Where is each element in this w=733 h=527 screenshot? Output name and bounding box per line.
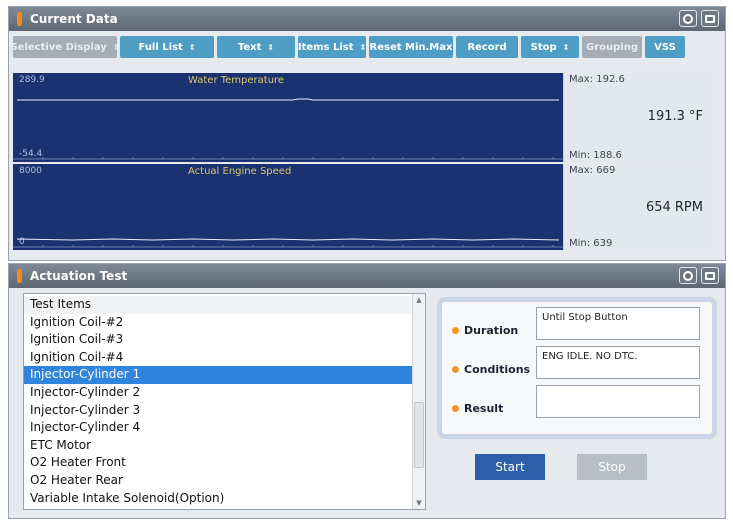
current-data-toolbar: Selective Display ⇕ Full List ⇕ Text ⇕ Items L… (10, 36, 685, 58)
toolbar-button-label: Record (467, 41, 507, 53)
dropdown-caret-icon: ⇕ (267, 42, 275, 52)
toolbar-button-record[interactable]: Record (456, 36, 518, 58)
list-item[interactable]: Ignition Coil-#3 (24, 331, 412, 349)
window-icon[interactable] (701, 267, 719, 284)
toolbar-button-label: VSS (654, 41, 676, 53)
water-temperature-graph: 289.9 Water Temperature -54.4 (13, 73, 563, 162)
toolbar-button-grouping[interactable]: Grouping (582, 36, 642, 58)
test-parameters-box: Duration Until Stop Button Conditions EN… (437, 297, 717, 439)
scroll-up-icon[interactable]: ▲ (413, 294, 425, 306)
start-button[interactable]: Start (475, 454, 545, 480)
toolbar-button-vss[interactable]: VSS (645, 36, 685, 58)
list-item[interactable]: Injector-Cylinder 3 (24, 402, 412, 420)
result-label: Result (464, 402, 504, 415)
list-item[interactable]: Injector-Cylinder 1 (24, 366, 412, 384)
dropdown-caret-icon: ⇕ (359, 42, 367, 52)
list-item[interactable]: O2 Heater Rear (24, 472, 412, 490)
toolbar-button-label: Reset Min.Max (369, 41, 453, 53)
duration-label: Duration (464, 324, 519, 337)
test-items-list[interactable]: Test Items Ignition Coil-#2 Ignition Coil… (23, 293, 426, 510)
graph-ticks (13, 245, 563, 248)
readout-max: Max: 669 (569, 165, 616, 176)
dropdown-caret-icon: ⇕ (562, 42, 570, 52)
scroll-thumb[interactable] (414, 402, 424, 468)
duration-field: Until Stop Button (536, 307, 700, 340)
list-item[interactable]: Injector-Cylinder 2 (24, 384, 412, 402)
conditions-field: ENG IDLE. NO DTC. (536, 346, 700, 379)
bullet-icon (452, 366, 459, 373)
list-item[interactable]: Injector-Cylinder 4 (24, 419, 412, 437)
list-header: Test Items (24, 296, 412, 314)
toolbar-button-label: Full List (138, 41, 183, 53)
list-item[interactable]: Ignition Coil-#2 (24, 314, 412, 332)
result-field (536, 385, 700, 418)
toolbar-button-stop[interactable]: Stop ⇕ (521, 36, 579, 58)
readout-min: Min: 188.6 (569, 150, 622, 161)
toolbar-button-label: Selective Display (10, 41, 107, 53)
readout-min: Min: 639 (569, 238, 613, 249)
bullet-icon (452, 327, 459, 334)
readout-value: 654 RPM (645, 200, 703, 215)
list-item[interactable]: ETC Motor (24, 437, 412, 455)
list-item[interactable]: O2 Heater Front (24, 454, 412, 472)
water-temperature-readout: Max: 192.6 191.3 °F Min: 188.6 (563, 73, 713, 162)
toolbar-button-selective-display[interactable]: Selective Display ⇕ (10, 36, 120, 58)
toolbar-button-label: Items List (297, 41, 354, 53)
window-icon[interactable] (701, 10, 719, 27)
dropdown-caret-icon: ⇕ (188, 42, 196, 52)
water-temperature-trace (17, 98, 559, 101)
scroll-down-icon[interactable]: ▼ (413, 497, 425, 509)
graph-plot (13, 98, 563, 160)
list-item[interactable]: Ignition Coil-#4 (24, 349, 412, 367)
settings-icon[interactable] (679, 267, 697, 284)
panel-marker-icon (17, 269, 22, 283)
readout-value: 191.3 °F (647, 109, 703, 124)
graph-plot (13, 238, 563, 248)
list-scrollbar[interactable]: ▲ ▼ (412, 294, 425, 509)
stop-button[interactable]: Stop (577, 454, 647, 480)
toolbar-button-full-list[interactable]: Full List ⇕ (120, 36, 214, 58)
conditions-label: Conditions (464, 363, 531, 376)
duration-row: Duration (452, 324, 534, 337)
settings-icon[interactable] (679, 10, 697, 27)
toolbar-button-label: Grouping (586, 41, 638, 53)
result-row: Result (452, 402, 534, 415)
toolbar-button-text[interactable]: Text ⇕ (217, 36, 295, 58)
toolbar-button-label: Stop (530, 41, 557, 53)
panel-marker-icon (17, 12, 22, 26)
engine-speed-readout: Max: 669 654 RPM Min: 639 (563, 164, 713, 250)
current-data-title: Current Data (30, 12, 118, 26)
list-item[interactable]: Variable Intake Solenoid(Option) (24, 490, 412, 508)
current-data-titlebar: Current Data (9, 7, 725, 31)
graph-ticks (13, 157, 563, 160)
actuation-test-titlebar: Actuation Test (9, 264, 725, 288)
test-items-rows: Test Items Ignition Coil-#2 Ignition Coil… (24, 296, 412, 508)
actuation-test-panel: Actuation Test Test Items Ignition Coil-… (8, 263, 726, 519)
toolbar-button-reset-min-max[interactable]: Reset Min.Max (369, 36, 453, 58)
bullet-icon (452, 405, 459, 412)
toolbar-button-label: Text (237, 41, 262, 53)
toolbar-button-items-list[interactable]: Items List ⇕ (298, 36, 366, 58)
conditions-row: Conditions (452, 363, 534, 376)
dropdown-caret-icon: ⇕ (112, 42, 120, 52)
readout-max: Max: 192.6 (569, 74, 625, 85)
actuation-test-title: Actuation Test (30, 269, 128, 283)
engine-speed-graph: 8000 Actual Engine Speed 0 (13, 164, 563, 250)
engine-speed-trace (16, 238, 560, 241)
